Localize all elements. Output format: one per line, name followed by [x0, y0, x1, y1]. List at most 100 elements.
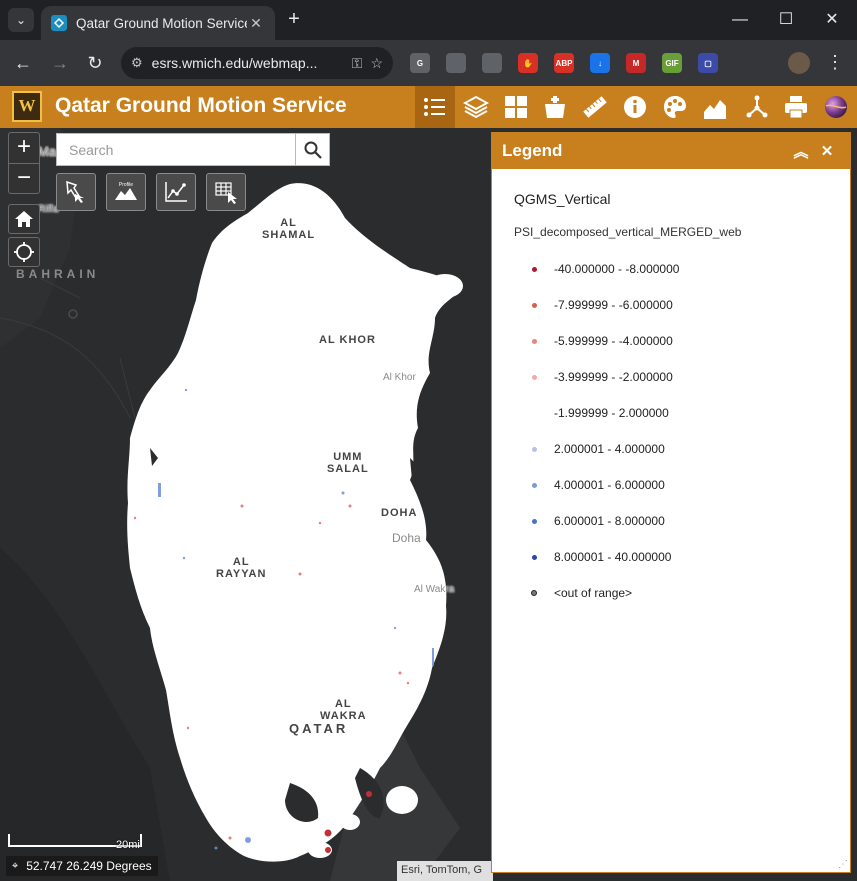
legend-item-label: -7.999999 - -6.000000 [554, 298, 673, 312]
gif-extension-icon[interactable]: GIF [662, 53, 682, 73]
legend-swatch [514, 590, 554, 596]
label-qatar: QATAR [289, 721, 349, 736]
new-tab-button[interactable]: + [283, 8, 305, 30]
elevation-profile-icon[interactable] [695, 86, 735, 128]
tab-search-button[interactable]: ⌄ [8, 8, 34, 32]
bookmark-star-icon[interactable]: ☆ [370, 55, 383, 72]
legend-dot-icon [531, 554, 537, 560]
label-al-khor: AL KHOR [319, 334, 376, 346]
legend-swatch [514, 482, 554, 488]
forward-arrow-icon[interactable]: → [46, 49, 74, 77]
legend-tool-icon[interactable] [415, 86, 455, 128]
legend-dot-icon [531, 446, 537, 452]
browser-menu-icon[interactable]: ⋮ [826, 52, 844, 73]
legend-item-label: <out of range> [554, 586, 633, 600]
legend-swatch [514, 410, 554, 416]
profile-tool-button[interactable]: Profile [106, 173, 146, 211]
stop-extension-icon[interactable]: ✋ [518, 53, 538, 73]
profile-mountain-icon: Profile [115, 182, 137, 200]
label-al-shamal: AL SHAMAL [262, 217, 316, 241]
globe-icon[interactable] [816, 86, 856, 128]
label-al-rayyan: AL RAYYAN [216, 556, 267, 580]
legend-header: Legend ︽ ✕ [492, 133, 850, 169]
zoom-out-button[interactable]: − [9, 164, 39, 194]
select-cursor-icon [66, 180, 84, 203]
legend-body: QGMS_Vertical PSI_decomposed_vertical_ME… [492, 169, 850, 611]
site-info-icon[interactable]: ⚙ [131, 55, 143, 71]
close-icon[interactable]: ✕ [814, 142, 840, 160]
map-attribution[interactable]: Esri, TomTom, G [397, 861, 493, 881]
reload-icon[interactable]: ↻ [81, 49, 109, 77]
locate-button[interactable] [8, 237, 40, 267]
legend-item: -3.999999 - -2.000000 [514, 359, 850, 395]
zoom-control: + − [8, 132, 40, 194]
tab-close-icon[interactable]: ✕ [247, 15, 265, 32]
browser-toolbar: ← → ↻ ⚙ esrs.wmich.edu/webmap... ⚿ ☆ G ✋ A… [0, 40, 857, 86]
search-widget [56, 133, 330, 166]
extension-a-extension-icon[interactable] [446, 53, 466, 73]
browser-tab[interactable]: Qatar Ground Motion Service ✕ [41, 6, 275, 40]
legend-dot-icon [531, 374, 537, 380]
about-info-icon[interactable] [615, 86, 655, 128]
tab-title: Qatar Ground Motion Service [76, 15, 247, 31]
extensions-puzzle-extension-icon[interactable] [734, 53, 754, 73]
window-close-button[interactable]: ✕ [817, 6, 847, 34]
back-arrow-icon[interactable]: ← [9, 49, 37, 77]
add-data-icon[interactable] [535, 86, 575, 128]
legend-swatch [514, 302, 554, 308]
legend-item-label: -3.999999 - -2.000000 [554, 370, 673, 384]
search-input[interactable] [57, 134, 295, 165]
legend-item-label: -1.999999 - 2.000000 [554, 406, 669, 420]
legend-swatch [514, 446, 554, 452]
legend-dot-icon [531, 518, 537, 524]
layers-tool-icon[interactable] [456, 86, 496, 128]
site-favicon-icon [51, 15, 67, 31]
search-icon [304, 141, 322, 159]
window-maximize-button[interactable]: ☐ [771, 6, 801, 34]
collapse-chevron-icon[interactable]: ︽ [788, 141, 814, 162]
download-extension-icon[interactable]: ↓ [590, 53, 610, 73]
chart-tool-button[interactable] [156, 173, 196, 211]
legend-item-label: 8.000001 - 40.000000 [554, 550, 672, 564]
print-icon[interactable] [776, 86, 816, 128]
legend-item: 8.000001 - 40.000000 [514, 539, 850, 575]
window-minimize-button[interactable]: — [725, 6, 755, 34]
screen-extension-icon[interactable]: ▢ [698, 53, 718, 73]
legend-item: 6.000001 - 8.000000 [514, 503, 850, 539]
home-button[interactable] [8, 204, 40, 234]
grammarly-extension-icon[interactable]: G [410, 53, 430, 73]
share-icon[interactable] [737, 86, 777, 128]
coordinate-display[interactable]: ⌖ 52.747 26.249 Degrees [6, 856, 158, 876]
legend-swatch [514, 266, 554, 272]
color-palette-icon[interactable] [655, 86, 695, 128]
app-header: W Qatar Ground Motion Service [0, 86, 857, 128]
zoom-in-button[interactable]: + [9, 133, 39, 163]
legend-dot-icon [531, 266, 537, 272]
password-key-icon[interactable]: ⚿ [352, 55, 363, 72]
select-tool-button[interactable] [56, 173, 96, 211]
legend-swatch [514, 374, 554, 380]
legend-title: Legend [502, 141, 563, 160]
grid-select-icon [215, 182, 237, 204]
label-al-wakra-city: Al Wakra [414, 584, 455, 595]
measure-ruler-icon[interactable] [575, 86, 615, 128]
resize-handle-icon[interactable]: ⋰ [838, 859, 848, 870]
legend-swatch [514, 518, 554, 524]
basemap-gallery-icon[interactable] [496, 86, 536, 128]
legend-item-label: 6.000001 - 8.000000 [554, 514, 665, 528]
search-button[interactable] [295, 134, 329, 165]
mendeley-extension-icon[interactable]: M [626, 53, 646, 73]
profile-avatar[interactable] [788, 52, 810, 74]
home-icon [15, 211, 33, 227]
legend-item: -7.999999 - -6.000000 [514, 287, 850, 323]
extension-b-extension-icon[interactable] [482, 53, 502, 73]
legend-dot-icon [531, 482, 537, 488]
address-bar[interactable]: ⚙ esrs.wmich.edu/webmap... ⚿ ☆ [121, 47, 393, 79]
legend-sublayer-name: PSI_decomposed_vertical_MERGED_web [514, 225, 742, 239]
address-url[interactable]: esrs.wmich.edu/webmap... [152, 55, 344, 71]
grid-select-tool-button[interactable] [206, 173, 246, 211]
crosshair-icon: ⌖ [12, 860, 19, 872]
adblock-plus-extension-icon[interactable]: ABP [554, 53, 574, 73]
label-doha: DOHA [381, 507, 418, 519]
legend-item: <out of range> [514, 575, 850, 611]
